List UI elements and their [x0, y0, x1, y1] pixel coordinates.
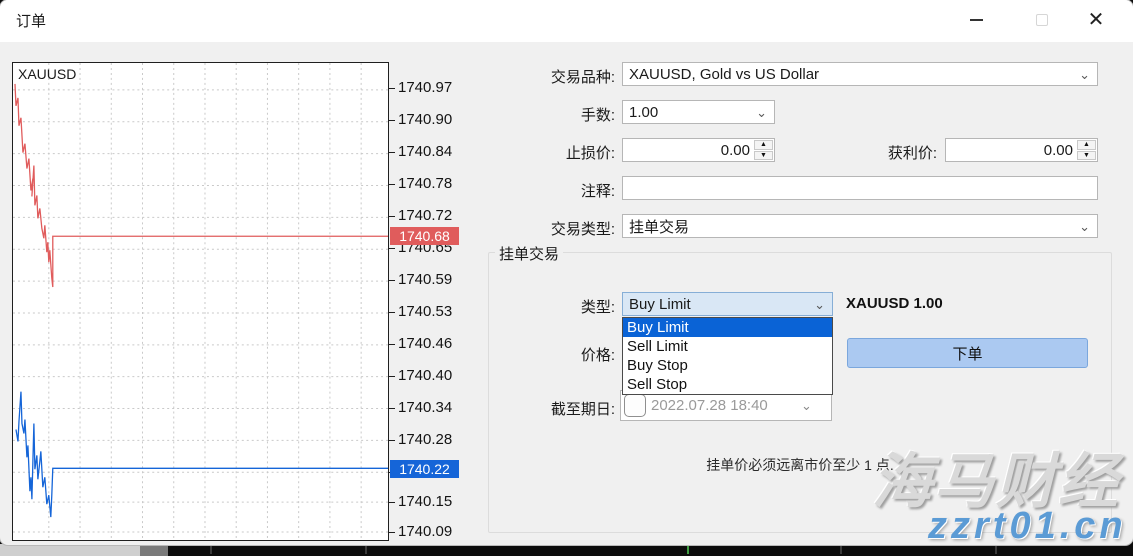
taskbar-segment	[140, 544, 168, 556]
takeprofit-value: 0.00	[1044, 142, 1073, 159]
symbol-select[interactable]: XAUUSD, Gold vs US Dollar ⌄	[622, 62, 1098, 86]
taskbar	[0, 544, 1133, 556]
stoploss-input[interactable]: 0.00 ▲ ▼	[622, 138, 775, 162]
trade-type-value: 挂单交易	[629, 216, 689, 237]
axis-tick-label: 1740.97	[398, 79, 452, 96]
volume-value: 1.00	[629, 104, 658, 121]
taskbar-tick	[365, 546, 367, 554]
pending-order-group-title: 挂单交易	[495, 243, 563, 264]
comment-input[interactable]	[622, 176, 1098, 200]
axis-tick-label: 1740.34	[398, 399, 452, 416]
order-dialog: 订单 ✕ XAUUSD 1740.68 1740.22 1740.971740.…	[0, 0, 1133, 545]
order-type-select[interactable]: Buy Limit ⌄	[622, 292, 833, 316]
chevron-down-icon: ⌄	[814, 297, 825, 313]
price-label: 价格:	[470, 344, 615, 365]
close-icon: ✕	[1088, 10, 1105, 30]
spin-down-button[interactable]: ▼	[754, 151, 773, 161]
volume-select[interactable]: 1.00 ⌄	[622, 100, 775, 124]
spin-down-button[interactable]: ▼	[1077, 151, 1096, 161]
order-type-value: Buy Limit	[629, 296, 691, 313]
bid-line	[16, 392, 388, 517]
expiry-checkbox[interactable]	[624, 394, 646, 417]
axis-tick-label: 1740.15	[398, 493, 452, 510]
taskbar-tick	[840, 546, 842, 554]
chevron-down-icon: ⌄	[1079, 219, 1090, 235]
dropdown-option-sell-stop[interactable]: Sell Stop	[623, 375, 832, 394]
axis-tick-label: 1740.09	[398, 523, 452, 540]
minimize-button[interactable]	[953, 0, 999, 40]
chart-canvas	[13, 63, 388, 540]
takeprofit-input[interactable]: 0.00 ▲ ▼	[945, 138, 1098, 162]
dropdown-option-buy-limit[interactable]: Buy Limit	[623, 318, 832, 337]
axis-tick-label: 1740.53	[398, 303, 452, 320]
place-order-button[interactable]: 下单	[847, 338, 1088, 368]
tick-chart: XAUUSD	[12, 62, 389, 541]
axis-tick-label: 1740.78	[398, 175, 452, 192]
axis-tick-label: 1740.40	[398, 367, 452, 384]
axis-tick-label: 1740.59	[398, 271, 452, 288]
trade-type-label: 交易类型:	[470, 218, 615, 239]
comment-label: 注释:	[470, 180, 615, 201]
spin-up-button[interactable]: ▲	[754, 140, 773, 150]
takeprofit-label: 获利价:	[790, 142, 937, 163]
dropdown-option-buy-stop[interactable]: Buy Stop	[623, 356, 832, 375]
ask-price-tag: 1740.68	[390, 227, 459, 245]
order-summary: XAUUSD 1.00	[846, 295, 943, 312]
expiry-label: 截至期日:	[470, 398, 615, 419]
taskbar-tick	[210, 546, 212, 554]
order-type-dropdown: Buy Limit Sell Limit Buy Stop Sell Stop	[622, 317, 833, 395]
maximize-button[interactable]	[1019, 0, 1065, 40]
chart-symbol-label: XAUUSD	[18, 66, 76, 82]
stoploss-label: 止损价:	[470, 142, 615, 163]
expiry-value: 2022.07.28 18:40	[651, 397, 799, 414]
taskbar-tick	[687, 546, 689, 554]
bid-price-tag: 1740.22	[390, 460, 459, 478]
stoploss-value: 0.00	[721, 142, 750, 159]
maximize-icon	[1036, 14, 1048, 26]
trade-type-select[interactable]: 挂单交易 ⌄	[622, 214, 1098, 238]
chevron-down-icon: ⌄	[756, 105, 767, 121]
axis-tick-label: 1740.72	[398, 207, 452, 224]
watermark-url: zzrt01.cn	[928, 505, 1127, 545]
window-title: 订单	[16, 10, 46, 31]
axis-tick-label: 1740.28	[398, 431, 452, 448]
symbol-label: 交易品种:	[470, 66, 615, 87]
takeprofit-spinner: ▲ ▼	[1077, 140, 1096, 160]
minimize-icon	[970, 19, 983, 21]
price-axis: 1740.68 1740.22 1740.97 1740.90 1740.84 174…	[389, 62, 467, 541]
chevron-down-icon: ⌄	[801, 398, 812, 414]
titlebar: 订单 ✕	[0, 0, 1133, 42]
volume-label: 手数:	[470, 104, 615, 125]
taskbar-tick	[995, 546, 997, 554]
symbol-value: XAUUSD, Gold vs US Dollar	[629, 66, 819, 83]
close-button[interactable]: ✕	[1073, 0, 1119, 40]
axis-tick-label: 1740.90	[398, 111, 452, 128]
axis-tick-label: 1740.46	[398, 335, 452, 352]
spin-up-button[interactable]: ▲	[1077, 140, 1096, 150]
axis-tick-label: 1740.84	[398, 143, 452, 160]
taskbar-segment	[0, 544, 140, 556]
chevron-down-icon: ⌄	[1079, 67, 1090, 83]
dropdown-option-sell-limit[interactable]: Sell Limit	[623, 337, 832, 356]
stoploss-spinner: ▲ ▼	[754, 140, 773, 160]
screen: 订单 ✕ XAUUSD 1740.68 1740.22 1740.971740.…	[0, 0, 1133, 556]
order-type-label: 类型:	[470, 296, 615, 317]
